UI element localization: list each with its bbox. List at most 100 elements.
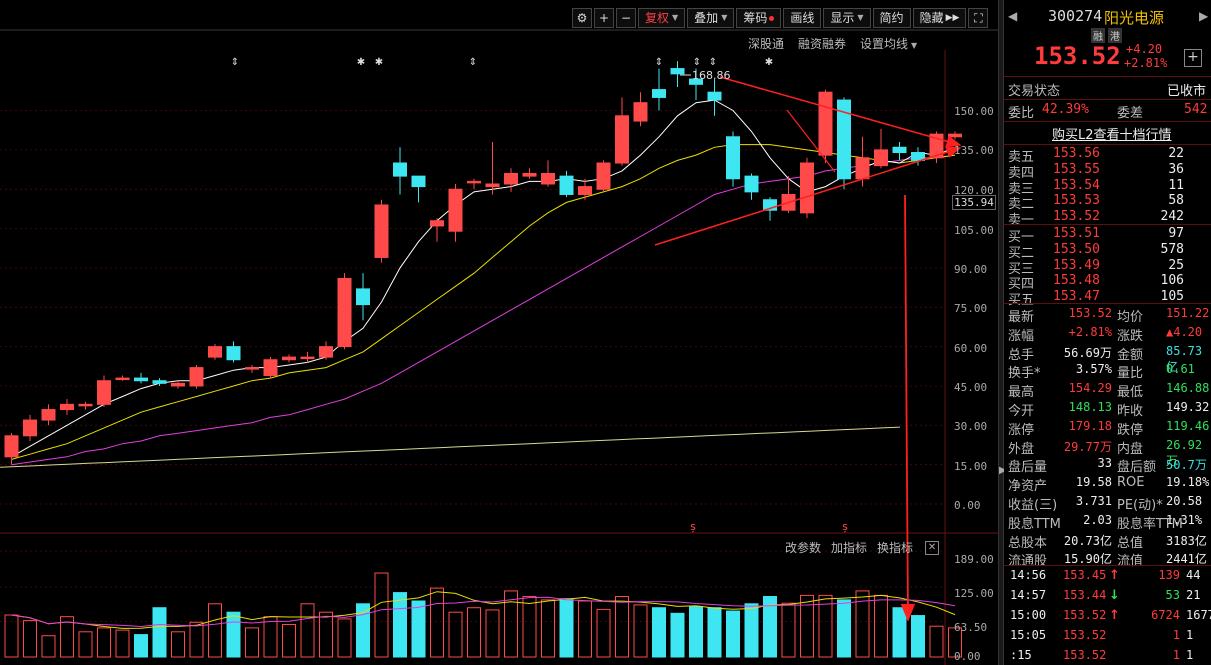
candle-body <box>485 183 500 188</box>
candle-body <box>430 220 444 227</box>
display-button[interactable]: 显示 ▼ <box>823 8 871 28</box>
volume-bar <box>319 611 333 658</box>
book-level-price[interactable]: 153.56 <box>1053 146 1100 161</box>
book-level-price[interactable]: 153.49 <box>1053 258 1100 273</box>
tick-price: 153.44 <box>1063 588 1107 602</box>
price-tick: 90.00 <box>954 263 988 276</box>
stock-name[interactable]: 阳光电源 <box>1104 7 1164 28</box>
arrow-down-icon: ↓ <box>1109 588 1120 603</box>
add-indicator-button[interactable]: 加指标 <box>831 539 867 556</box>
arrow-up-icon: ↑ <box>1109 568 1120 583</box>
tick-price: 153.52 <box>1063 648 1107 662</box>
hk-connect-link[interactable]: 深股通 <box>748 35 784 52</box>
fullscreen-icon[interactable]: ⛶ <box>968 8 989 28</box>
candle-body <box>152 380 167 384</box>
stat-label: 涨停 <box>1008 422 1035 438</box>
volume-bar <box>781 602 796 658</box>
margin-tag: 融 <box>1091 28 1105 43</box>
stat-label: 内盘 <box>1117 441 1144 457</box>
volume-bar <box>115 629 130 658</box>
volume-bar <box>541 599 555 658</box>
kline-chart-area[interactable]: ⇕ ✱ ✱ ⇕ ⇕ ⇕ ⇕ ✱ ș ș ⚙ + − 复权 ▼ 叠加 ▼ 筹码 画线 显示 ▼ 简约 隐藏… <box>0 0 998 665</box>
volume-bar <box>97 627 111 658</box>
add-watchlist-icon[interactable]: + <box>1184 49 1202 67</box>
stat-label: 今开 <box>1008 404 1035 419</box>
prev-stock-icon[interactable]: ◀ <box>1008 9 1017 23</box>
book-level-price[interactable]: 153.55 <box>1053 162 1100 177</box>
close-icon[interactable]: ✕ <box>925 540 940 555</box>
next-stock-icon[interactable]: ▶ <box>1199 9 1208 23</box>
volume-tick: 63.50 <box>954 621 988 634</box>
edit-params-button[interactable]: 改参数 <box>785 539 821 556</box>
book-level-volume: 242 <box>1160 209 1184 225</box>
price-change: +4.20 <box>1126 42 1163 56</box>
ma-settings-link[interactable]: 设置均线 ▼ <box>860 35 917 52</box>
candle-body <box>448 188 463 232</box>
margin-trading-link[interactable]: 融资融券 <box>798 35 846 52</box>
notification-dot-icon <box>769 15 775 21</box>
settings-icon[interactable]: ⚙ <box>572 8 592 28</box>
event-marker-icon: ⇕ <box>231 57 239 68</box>
book-level-price[interactable]: 153.51 <box>1053 226 1100 241</box>
volume-bar <box>356 603 370 658</box>
book-level-volume: 22 <box>1168 146 1184 161</box>
draw-line-button[interactable]: 画线 <box>783 8 822 28</box>
book-level-price[interactable]: 153.53 <box>1053 193 1100 208</box>
switch-indicator-button[interactable]: 换指标 <box>877 539 913 556</box>
kline-chart-svg[interactable]: ⇕ ✱ ✱ ⇕ ⇕ ⇕ ⇕ ✱ ș ș <box>0 0 998 665</box>
volume-bar <box>485 609 500 658</box>
candle-body <box>319 346 333 358</box>
book-level-price[interactable]: 153.54 <box>1053 178 1100 193</box>
buy-l2-link[interactable]: 购买L2查看十档行情 <box>1052 124 1172 143</box>
volume-bar <box>467 607 481 658</box>
ma5-line <box>11 99 956 458</box>
stat-label: 最高 <box>1008 385 1035 401</box>
stat-value: 20.58 <box>1166 494 1203 508</box>
stat-label: 跌停 <box>1117 422 1144 438</box>
fuquan-button[interactable]: 复权 ▼ <box>638 8 686 28</box>
volume-bar <box>430 587 444 658</box>
overlay-button[interactable]: 叠加 ▼ <box>687 8 735 28</box>
chips-button[interactable]: 筹码 <box>736 8 782 28</box>
volume-bar <box>448 611 463 658</box>
candle-body <box>78 403 93 407</box>
peak-price-label: 168.86 <box>692 69 731 82</box>
book-level-volume: 578 <box>1160 241 1184 257</box>
volume-toolbar: 改参数 加指标 换指标 ✕ <box>785 539 940 556</box>
candle-body <box>800 162 814 214</box>
volume-bar <box>282 624 296 658</box>
hide-button[interactable]: 隐藏 ▶▶ <box>912 8 967 28</box>
stat-label: 换手* <box>1008 366 1041 382</box>
stat-label: 最低 <box>1117 385 1144 401</box>
compact-button[interactable]: 简约 <box>872 8 911 28</box>
stat-label: 涨幅 <box>1008 328 1035 344</box>
book-level-price[interactable]: 153.47 <box>1053 289 1100 304</box>
candle-body <box>189 367 204 387</box>
stat-label: 涨跌 <box>1117 328 1144 344</box>
candle-body <box>615 115 629 164</box>
candle-body <box>818 91 833 156</box>
weicha-label: 委差 <box>1117 106 1144 121</box>
book-level-price[interactable]: 153.48 <box>1053 273 1100 288</box>
candle-body <box>633 102 648 122</box>
candle-body <box>855 157 870 180</box>
event-marker-icon: ✱ <box>765 57 773 68</box>
zoom-in-icon[interactable]: + <box>594 8 614 28</box>
candle-body <box>226 346 241 361</box>
current-price-marker: 135.94 <box>952 195 996 210</box>
book-level-price[interactable]: 153.52 <box>1053 209 1100 224</box>
volume-bar <box>633 604 648 658</box>
book-level-price[interactable]: 153.50 <box>1053 242 1100 257</box>
event-marker-icon: ⇕ <box>693 57 701 68</box>
zoom-out-icon[interactable]: − <box>616 8 636 28</box>
candle-body <box>171 382 185 387</box>
price-tick: 105.00 <box>954 224 994 237</box>
event-marker-icon: ✱ <box>357 57 365 68</box>
volume-bar <box>615 596 629 658</box>
stat-label: ROE <box>1117 475 1145 491</box>
candle-body <box>208 346 222 358</box>
volume-bar <box>78 631 93 658</box>
stat-value: 151.22 <box>1166 306 1210 320</box>
candle-body <box>744 175 759 193</box>
volume-bar <box>652 607 666 658</box>
